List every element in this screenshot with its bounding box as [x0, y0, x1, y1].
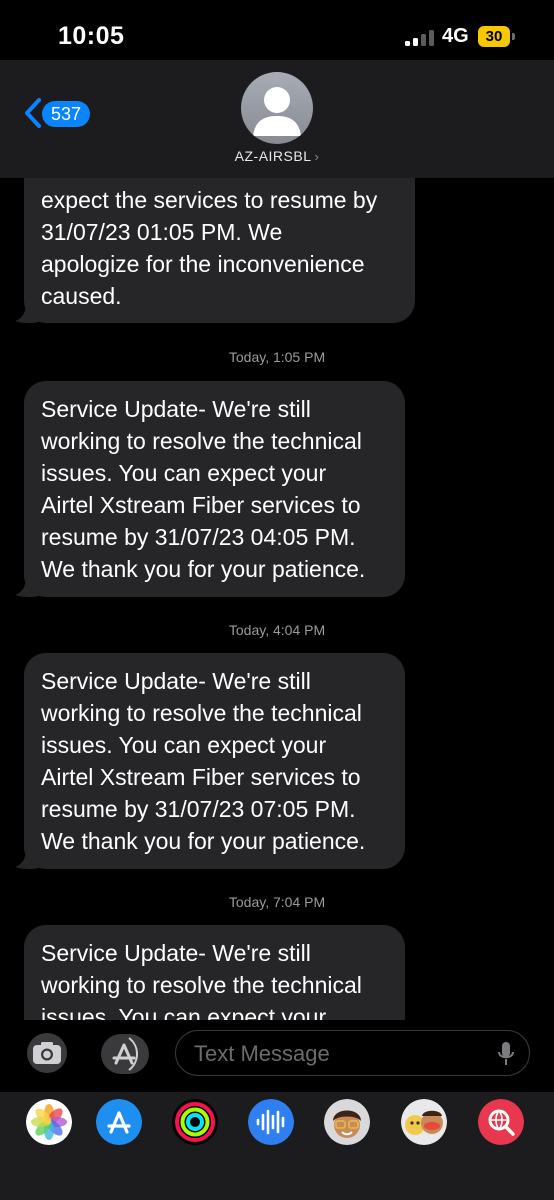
- battery-tip: [512, 33, 515, 40]
- camera-icon[interactable]: [24, 1033, 70, 1073]
- message-line: Airtel Xstream Fiber services to: [41, 764, 361, 790]
- message-line: Service Update- We're still: [41, 940, 311, 966]
- message-line: Airtel Xstream Fiber services to: [41, 492, 361, 518]
- message-line: working to resolve the technical: [41, 700, 362, 726]
- message-thread[interactable]: expect the services to resume by 31/07/2…: [0, 178, 554, 1020]
- message-bubble[interactable]: expect the services to resume by 31/07/2…: [24, 178, 415, 323]
- message-line: Service Update- We're still: [41, 668, 311, 694]
- contact-name: AZ-AIRSBL: [234, 148, 312, 164]
- message-bubble[interactable]: Service Update- We're still working to r…: [24, 653, 405, 869]
- message-line: expect the services to resume by: [41, 187, 378, 213]
- message-line: resume by 31/07/23 07:05 PM.: [41, 796, 356, 822]
- message-timestamp: Today, 7:04 PM: [228, 894, 326, 910]
- memoji-app-icon[interactable]: [324, 1099, 370, 1145]
- text-message-placeholder: Text Message: [194, 1041, 330, 1066]
- animoji-app-icon[interactable]: [401, 1099, 447, 1145]
- chevron-right-icon: ›: [314, 149, 320, 164]
- text-message-input[interactable]: Text Message: [175, 1030, 530, 1076]
- message-bubble[interactable]: Service Update- We're still working to r…: [24, 381, 405, 597]
- microphone-icon[interactable]: [497, 1040, 515, 1068]
- web-search-app-icon[interactable]: [478, 1099, 524, 1145]
- app-store-icon[interactable]: [99, 1034, 151, 1074]
- message-line: apologize for the inconvenience: [41, 251, 365, 277]
- status-time: 10:05: [58, 22, 125, 50]
- message-line: We thank you for your patience.: [41, 556, 366, 582]
- message-line: issues. You can expect your: [41, 732, 327, 758]
- message-line: issues. You can expect your: [41, 1004, 327, 1020]
- network-type: 4G: [442, 25, 469, 47]
- message-line: We thank you for your patience.: [41, 828, 366, 854]
- bubble-tail: [15, 848, 39, 870]
- back-button-unread-count[interactable]: 537: [42, 101, 90, 127]
- message-timestamp: Today, 4:04 PM: [228, 622, 326, 638]
- message-line: resume by 31/07/23 04:05 PM.: [41, 524, 356, 550]
- contact-avatar[interactable]: [241, 72, 313, 144]
- message-line: working to resolve the technical: [41, 428, 362, 454]
- message-line: caused.: [41, 283, 122, 309]
- bubble-tail: [15, 576, 39, 598]
- message-line: issues. You can expect your: [41, 460, 327, 486]
- audio-message-app-icon[interactable]: [248, 1099, 294, 1145]
- fitness-app-icon[interactable]: [172, 1099, 218, 1145]
- message-timestamp: Today, 1:05 PM: [228, 349, 326, 365]
- message-line: 31/07/23 01:05 PM. We: [41, 219, 283, 245]
- app-store-app-icon[interactable]: [96, 1099, 142, 1145]
- person-silhouette-icon: [253, 87, 301, 136]
- cellular-signal-icon: [405, 30, 435, 46]
- photos-app-icon[interactable]: [26, 1099, 72, 1145]
- contact-name-button[interactable]: AZ-AIRSBL ›: [0, 148, 554, 164]
- battery-icon: 30: [478, 26, 510, 47]
- message-line: working to resolve the technical: [41, 972, 362, 998]
- message-bubble[interactable]: Service Update- We're still working to r…: [24, 925, 405, 1020]
- bubble-tail: [15, 302, 39, 324]
- message-line: Service Update- We're still: [41, 396, 311, 422]
